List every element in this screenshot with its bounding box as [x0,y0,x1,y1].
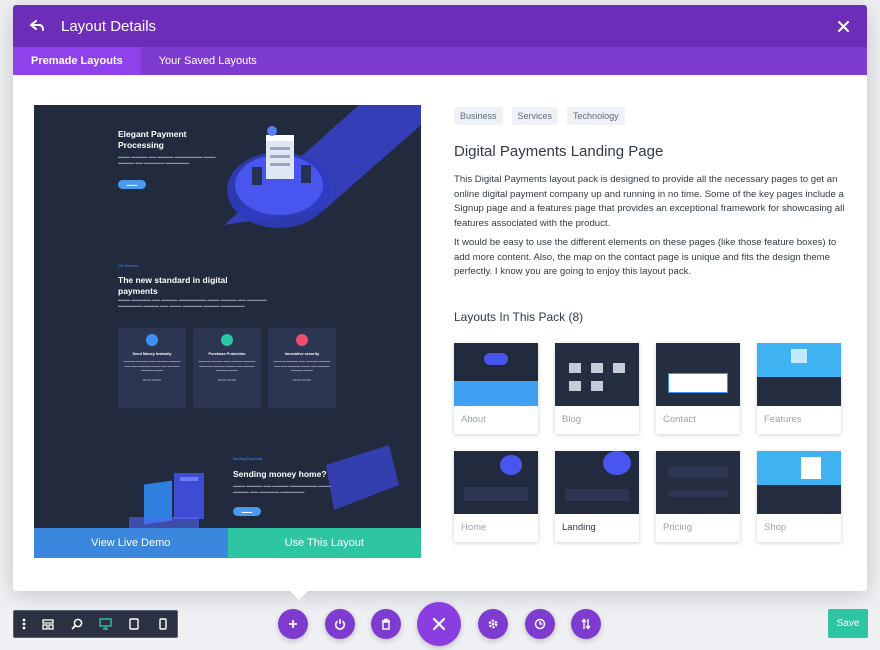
send-money-icon [146,334,158,346]
layout-description: This Digital Payments layout pack is des… [454,174,845,229]
security-icon [296,334,308,346]
phone-icon[interactable] [148,611,177,637]
use-this-layout-button[interactable]: Use This Layout [227,528,421,558]
preview-hero-text: ▬▬▬ ▬▬▬▬ ▬▬ ▬▬▬▬ ▬▬▬▬▬▬▬ ▬▬▬ ▬▬▬▬ ▬▬ ▬▬▬… [118,154,216,165]
tab-saved-layouts[interactable]: Your Saved Layouts [141,47,275,75]
tag-technology[interactable]: Technology [567,107,625,125]
back-icon[interactable] [27,16,47,36]
layout-thumbnail [555,343,639,406]
modal-pointer [290,591,308,600]
preview-feature-card: Send Money Instantly ▬▬▬▬ ▬▬▬▬ ▬▬ ▬▬▬▬ ▬… [118,328,186,408]
close-icon[interactable] [833,16,853,36]
preview-section-text: ▬▬▬ ▬▬▬▬▬ ▬▬ ▬▬▬▬ ▬▬▬▬▬▬▬ ▬▬▬ ▬▬▬▬ ▬▬ ▬▬… [118,297,267,308]
preview-hero-button: ▬▬▬ [118,180,146,189]
tab-premade-layouts[interactable]: Premade Layouts [13,47,141,75]
layout-thumbnail-grid: About Blog Contact Features Home Landing… [454,343,844,542]
add-icon[interactable] [278,609,308,639]
shield-icon [221,334,233,346]
preview-action-bar: View Live Demo Use This Layout [34,528,421,558]
preview-bottom-tag: Sending Payments [233,457,263,461]
preview-section-title: The new standard in digital payments [118,275,228,297]
trash-icon[interactable] [371,609,401,639]
layout-thumbnail [656,451,740,514]
layout-preview-image: Elegant Payment Processing ▬▬▬ ▬▬▬▬ ▬▬ ▬… [34,105,421,557]
layout-title: Digital Payments Landing Page [454,143,664,160]
layout-card-label: Blog [562,414,582,425]
power-icon[interactable] [325,609,355,639]
preview-hero-title: Elegant Payment Processing [118,129,187,151]
settings-icon[interactable] [478,609,508,639]
preview-section-tag: Our Services [118,264,139,268]
layout-card-pricing[interactable]: Pricing [656,451,740,542]
layout-card-contact[interactable]: Contact [656,343,740,434]
tag-services[interactable]: Services [511,107,559,125]
preview-feature-card: Innovative security ▬▬▬▬ ▬▬▬▬ ▬▬ ▬▬▬▬ ▬▬… [268,328,336,408]
view-live-demo-button[interactable]: View Live Demo [34,528,228,558]
layout-thumbnail [757,343,841,406]
layout-card-home[interactable]: Home [454,451,538,542]
layout-card-label: Shop [764,522,787,533]
preview-bottom-button: ▬▬▬ [233,507,261,516]
layout-card-label: Features [764,414,802,425]
layout-thumbnail [656,343,740,406]
layout-description: It would be easy to use the different el… [454,237,837,278]
save-button[interactable]: Save [828,609,868,638]
close-icon[interactable] [417,602,461,646]
zoom-icon[interactable] [62,611,91,637]
layout-card-shop[interactable]: Shop [757,451,841,542]
dots-menu-icon[interactable] [14,611,34,637]
tag-business[interactable]: Business [454,107,503,125]
layout-thumbnail [454,451,538,514]
tab-bar: Premade Layouts Your Saved Layouts [13,47,867,75]
desktop-icon[interactable] [91,611,120,637]
layout-card-blog[interactable]: Blog [555,343,639,434]
layout-card-label: Landing [562,522,596,533]
layout-card-landing[interactable]: Landing [555,451,639,542]
wireframe-icon[interactable] [34,611,63,637]
view-mode-toolbar [13,610,178,638]
history-icon[interactable] [525,609,555,639]
modal-header: Layout Details [13,5,867,47]
layout-card-about[interactable]: About [454,343,538,434]
sort-icon[interactable] [571,609,601,639]
layout-thumbnail [555,451,639,514]
layout-thumbnail [454,343,538,406]
tag-list: Business Services Technology [454,107,848,125]
layout-card-label: Pricing [663,522,693,533]
layout-card-label: Home [461,522,487,533]
layout-card-label: About [461,414,486,425]
preview-bottom-title: Sending money home? [233,469,327,479]
layout-details: Business Services Technology Digital Pay… [454,107,848,324]
modal-title: Layout Details [61,17,157,35]
preview-bottom-text: ▬▬▬ ▬▬▬▬ ▬▬ ▬▬▬▬ ▬▬▬▬▬▬▬ ▬▬▬ ▬▬▬▬ ▬▬ ▬▬▬… [233,483,331,494]
tablet-icon[interactable] [120,611,149,637]
layout-card-label: Contact [663,414,696,425]
layouts-in-pack-heading: Layouts In This Pack (8) [454,310,584,325]
layout-card-features[interactable]: Features [757,343,841,434]
layout-thumbnail [757,451,841,514]
preview-feature-card: Purchase Protection ▬▬▬▬ ▬▬▬▬ ▬▬ ▬▬▬▬ ▬▬… [193,328,261,408]
